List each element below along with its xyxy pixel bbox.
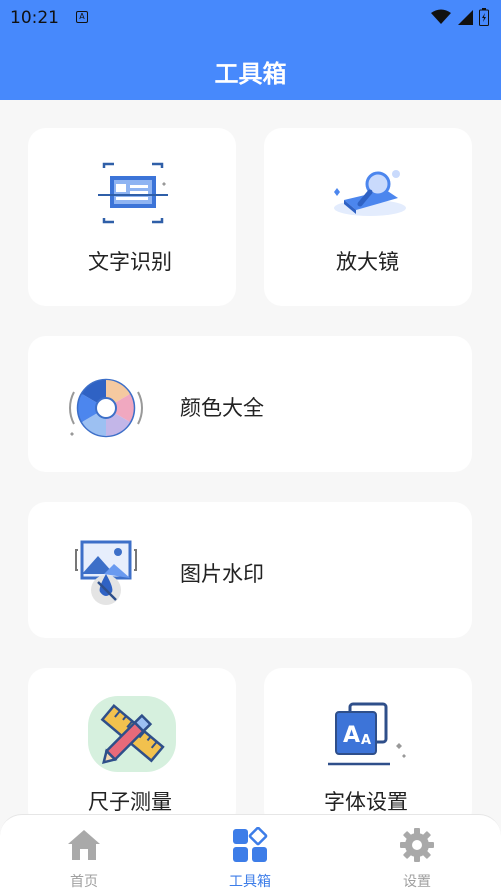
svg-text:A: A [361,733,371,748]
wifi-icon [431,9,451,24]
tool-label: 图片水印 [180,562,264,586]
battery-icon [479,8,489,26]
tool-card-text-recognition[interactable]: 文字识别 [28,128,236,306]
app-bar: 工具箱 [0,36,501,100]
tool-card-image-watermark[interactable]: 图片水印 [28,502,472,638]
status-time: 10:21 [10,8,59,28]
color-wheel-icon [69,378,143,438]
tool-label: 文字识别 [88,250,172,274]
signal-icon [458,10,473,25]
notification-icon: A [76,11,88,23]
font-settings-icon: A A [328,702,406,766]
toolbox-icon [233,827,268,862]
ruler-icon [88,696,176,772]
home-icon [68,830,100,860]
nav-item-settings[interactable]: 设置 [357,815,477,890]
text-recognition-icon [98,162,168,224]
magnifier-icon [334,170,406,216]
nav-label: 工具箱 [229,874,271,890]
tool-card-magnifier[interactable]: 放大镜 [264,128,472,306]
nav-item-home[interactable]: 首页 [24,815,144,890]
nav-item-toolbox[interactable]: 工具箱 [190,815,310,890]
gear-icon [400,828,434,862]
svg-text:A: A [343,723,360,748]
tool-card-color-palette[interactable]: 颜色大全 [28,336,472,472]
tool-card-font-settings[interactable]: A A 字体设置 [264,668,472,828]
tool-label: 颜色大全 [180,396,264,420]
nav-label: 设置 [403,874,431,890]
tool-label: 尺子测量 [88,790,172,814]
bottom-nav: 首页 工具箱 设置 [0,814,501,890]
tool-card-ruler[interactable]: 尺子测量 [28,668,236,828]
tool-label: 字体设置 [324,790,408,814]
status-bar: 10:21 A [0,0,501,36]
nav-label: 首页 [70,874,98,890]
tool-label: 放大镜 [336,250,399,274]
image-watermark-icon [75,540,137,605]
page-title: 工具箱 [214,60,287,88]
